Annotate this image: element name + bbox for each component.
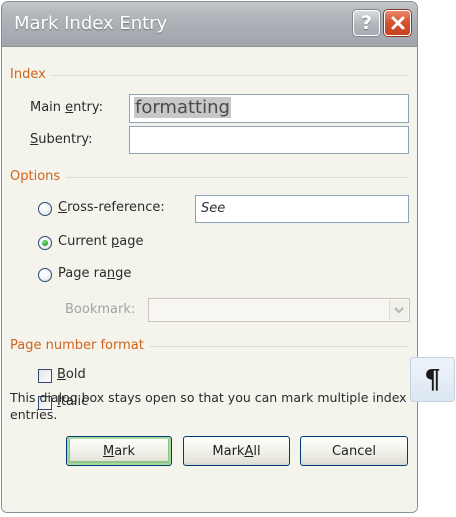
mark-button[interactable]: Mark bbox=[66, 436, 172, 466]
info-note: This dialog box stays open so that you c… bbox=[10, 390, 407, 422]
page-range-label[interactable]: Page range bbox=[58, 266, 131, 281]
close-icon bbox=[391, 16, 404, 30]
cross-reference-radio[interactable] bbox=[38, 202, 52, 216]
mark-all-button[interactable]: Mark All bbox=[183, 436, 290, 466]
subentry-label: Subentry: bbox=[30, 132, 93, 147]
dialog-body: Index Main entry: formatting Subentry: O… bbox=[2, 47, 417, 512]
mark-index-entry-dialog: Mark Index Entry ? Index Main entry: for… bbox=[1, 1, 418, 513]
main-entry-label: Main entry: bbox=[30, 100, 103, 115]
bookmark-label: Bookmark: bbox=[65, 302, 136, 317]
page-number-format-heading: Page number format bbox=[10, 336, 409, 354]
bookmark-dropdown[interactable] bbox=[148, 298, 410, 322]
dialog-title: Mark Index Entry bbox=[14, 13, 168, 34]
main-entry-input[interactable]: formatting bbox=[129, 94, 409, 123]
help-button[interactable]: ? bbox=[353, 10, 380, 36]
show-formatting-marks-button[interactable]: ¶ bbox=[410, 357, 455, 402]
options-section-heading: Options bbox=[10, 167, 409, 185]
title-bar[interactable]: Mark Index Entry ? bbox=[2, 2, 417, 47]
bold-checkbox[interactable] bbox=[38, 369, 52, 383]
current-page-radio[interactable] bbox=[38, 236, 52, 250]
index-section-heading: Index bbox=[10, 65, 409, 83]
pilcrow-icon: ¶ bbox=[424, 364, 441, 395]
cancel-button[interactable]: Cancel bbox=[300, 436, 408, 466]
page-range-radio[interactable] bbox=[38, 268, 52, 282]
cross-reference-input[interactable]: See bbox=[195, 195, 409, 223]
current-page-label[interactable]: Current page bbox=[58, 234, 143, 249]
close-button[interactable] bbox=[384, 10, 411, 36]
chevron-down-icon[interactable] bbox=[389, 300, 408, 320]
subentry-input[interactable] bbox=[129, 126, 409, 154]
cross-reference-label[interactable]: Cross-reference: bbox=[58, 200, 165, 215]
bold-label[interactable]: Bold bbox=[57, 367, 86, 382]
